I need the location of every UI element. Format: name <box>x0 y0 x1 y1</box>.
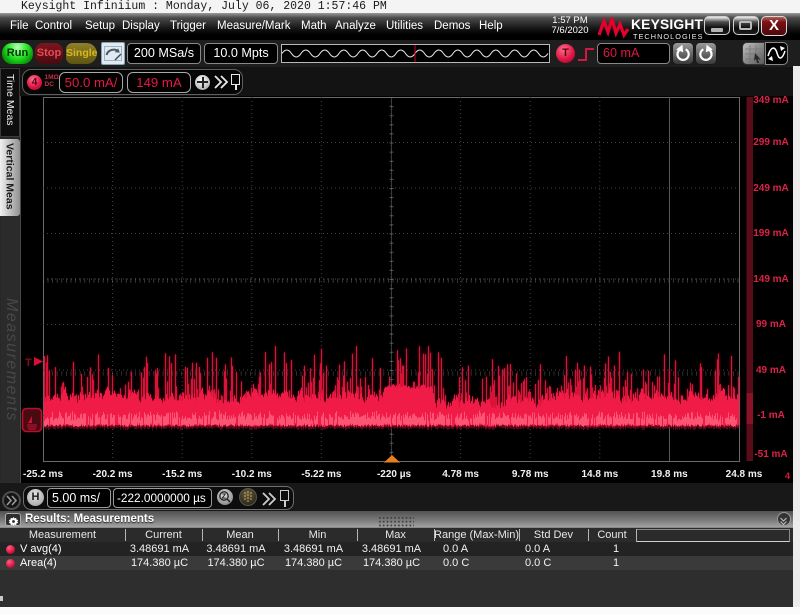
svg-text:Z: Z <box>222 494 227 501</box>
svg-text:T: T <box>25 357 32 369</box>
